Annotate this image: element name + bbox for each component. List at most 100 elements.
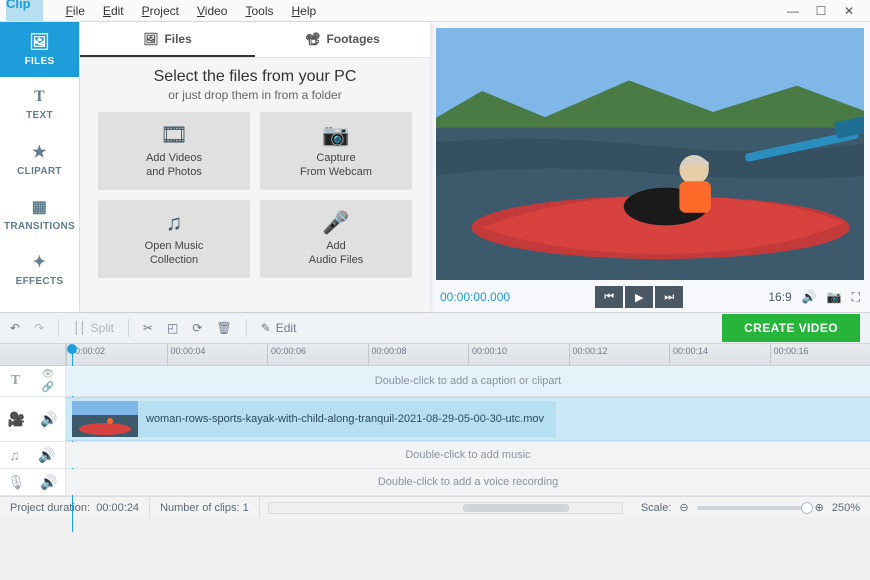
- timecode-display: 00:00:00.000: [440, 290, 510, 304]
- snapshot-icon[interactable]: 📷: [827, 290, 842, 304]
- text-layer-icon: T: [11, 373, 20, 389]
- video-track: 🎥 🔊 woman-rows-sports-kayak-with-child-a…: [0, 397, 870, 442]
- menu-file[interactable]: File: [57, 4, 94, 18]
- window-controls: — ☐ ✕: [784, 3, 864, 19]
- voice-track: 🎙 🔊 Double-click to add a voice recordin…: [0, 469, 870, 496]
- sidetab-clipart[interactable]: ★ CLIPART: [0, 132, 79, 187]
- scale-label: Scale:: [641, 502, 672, 514]
- panel-tab-label: Footages: [326, 32, 379, 46]
- zoom-out-button[interactable]: ⊖: [679, 501, 688, 514]
- tile-add-videos-photos[interactable]: 🎞 Add Videosand Photos: [98, 112, 250, 190]
- tile-capture-webcam[interactable]: 📷 CaptureFrom Webcam: [260, 112, 412, 190]
- caption-lane[interactable]: Double-click to add a caption or clipart: [66, 366, 870, 396]
- play-button[interactable]: ▶: [625, 286, 653, 308]
- tile-label: Add Videosand Photos: [146, 152, 202, 180]
- zoom-slider[interactable]: [697, 506, 807, 510]
- panel-tab-files[interactable]: 🖼 Files: [80, 22, 255, 57]
- edit-button[interactable]: ✎ Edit: [261, 321, 297, 335]
- mute-icon[interactable]: 🔊: [40, 411, 57, 428]
- tool-label: Split: [91, 321, 114, 335]
- timeline-ruler[interactable]: 00:00:02 00:00:04 00:00:06 00:00:08 00:0…: [0, 344, 870, 366]
- music-lane[interactable]: Double-click to add music: [66, 442, 870, 468]
- video-clip[interactable]: woman-rows-sports-kayak-with-child-along…: [72, 401, 556, 437]
- menubar: Clipify File Edit Project Video Tools He…: [0, 0, 870, 22]
- slider-knob[interactable]: [801, 502, 813, 514]
- volume-icon[interactable]: 🔊: [802, 290, 817, 304]
- mute-icon[interactable]: 🔊: [40, 474, 57, 491]
- zoom-in-button[interactable]: ⊕: [815, 501, 824, 514]
- tile-label: Open MusicCollection: [145, 240, 204, 268]
- sparkle-icon: ✦: [33, 252, 47, 272]
- horizontal-scrollbar[interactable]: [268, 502, 623, 514]
- undo-button[interactable]: ↶: [10, 321, 20, 335]
- crop-button[interactable]: ◰: [167, 321, 178, 335]
- sidetab-label: TRANSITIONS: [4, 221, 75, 232]
- tile-label: AddAudio Files: [309, 240, 363, 268]
- edit-icon: ✎: [261, 321, 271, 335]
- files-icon: 🖼: [143, 32, 158, 46]
- close-button[interactable]: ✕: [840, 3, 858, 19]
- footages-icon: 📽: [305, 32, 320, 46]
- sidetab-transitions[interactable]: ▦ TRANSITIONS: [0, 187, 79, 242]
- separator: [246, 319, 247, 337]
- main-area: 🖼 FILES T TEXT ★ CLIPART ▦ TRANSITIONS ✦…: [0, 22, 870, 312]
- playhead[interactable]: [67, 344, 77, 354]
- tile-add-audio[interactable]: 🎤 AddAudio Files: [260, 200, 412, 278]
- prev-frame-button[interactable]: ⏮: [595, 286, 623, 308]
- clip-thumbnail: [72, 401, 138, 437]
- panel-tab-label: Files: [164, 32, 191, 46]
- split-button[interactable]: ⎮⎮Split: [73, 321, 114, 335]
- ruler-tick: 00:00:10: [468, 344, 569, 365]
- preview-viewport[interactable]: [436, 28, 864, 280]
- menu-video[interactable]: Video: [188, 4, 236, 18]
- tile-open-music[interactable]: ♫ Open MusicCollection: [98, 200, 250, 278]
- microphone-icon: 🎙: [7, 474, 25, 491]
- separator: [58, 319, 59, 337]
- cut-button[interactable]: ✂: [143, 321, 153, 335]
- mute-icon[interactable]: 🔊: [38, 447, 55, 464]
- panel-subheading: or just drop them in from a folder: [80, 88, 430, 102]
- scrollbar-thumb[interactable]: [463, 504, 569, 512]
- maximize-button[interactable]: ☐: [812, 3, 830, 19]
- visibility-icon[interactable]: 👁: [42, 369, 55, 380]
- ruler-tick: 00:00:14: [669, 344, 770, 365]
- files-panel: 🖼 Files 📽 Footages Select the files from…: [80, 22, 430, 312]
- create-video-button[interactable]: CREATE VIDEO: [722, 314, 860, 342]
- sidetab-effects[interactable]: ✦ EFFECTS: [0, 242, 79, 297]
- panel-tab-footages[interactable]: 📽 Footages: [255, 22, 430, 57]
- music-track-head: ♫ 🔊: [0, 442, 66, 468]
- next-frame-button[interactable]: ⏭: [655, 286, 683, 308]
- text-icon: T: [34, 88, 45, 106]
- rotate-button[interactable]: ⟳: [192, 321, 202, 335]
- redo-button[interactable]: ↷: [34, 321, 44, 335]
- panel-tabs: 🖼 Files 📽 Footages: [80, 22, 430, 58]
- menu-help[interactable]: Help: [282, 4, 325, 18]
- ruler-tick: 00:00:12: [569, 344, 670, 365]
- link-icon[interactable]: 🔗: [42, 382, 55, 393]
- music-icon: ♫: [9, 447, 20, 463]
- video-lane[interactable]: woman-rows-sports-kayak-with-child-along…: [66, 397, 870, 441]
- clip-filename: woman-rows-sports-kayak-with-child-along…: [146, 413, 544, 425]
- status-label: Project duration:: [10, 502, 90, 514]
- preview-area: 00:00:00.000 ⏮ ▶ ⏭ 16:9 🔊 📷 ⛶: [430, 22, 870, 312]
- music-track: ♫ 🔊 Double-click to add music: [0, 442, 870, 469]
- menu-edit[interactable]: Edit: [94, 4, 133, 18]
- menu-tools[interactable]: Tools: [236, 4, 282, 18]
- webcam-icon: 📷: [322, 122, 349, 148]
- fullscreen-icon[interactable]: ⛶: [852, 290, 860, 305]
- voice-lane[interactable]: Double-click to add a voice recording: [66, 469, 870, 495]
- brand-part1: Clip: [6, 0, 43, 21]
- film-reel-icon: 🎞: [160, 122, 188, 148]
- aspect-ratio-display[interactable]: 16:9: [768, 290, 791, 304]
- scale-controls: Scale: ⊖ ⊕ 250%: [631, 501, 870, 514]
- ruler-tick: 00:00:06: [267, 344, 368, 365]
- preview-controls: 00:00:00.000 ⏮ ▶ ⏭ 16:9 🔊 📷 ⛶: [430, 282, 870, 312]
- status-value: 1: [243, 502, 249, 514]
- transitions-icon: ▦: [32, 197, 47, 217]
- delete-button[interactable]: 🗑: [216, 321, 231, 335]
- tool-label: Edit: [276, 321, 297, 335]
- menu-project[interactable]: Project: [133, 4, 188, 18]
- minimize-button[interactable]: —: [784, 3, 802, 19]
- sidetab-files[interactable]: 🖼 FILES: [0, 22, 79, 77]
- sidetab-text[interactable]: T TEXT: [0, 77, 79, 132]
